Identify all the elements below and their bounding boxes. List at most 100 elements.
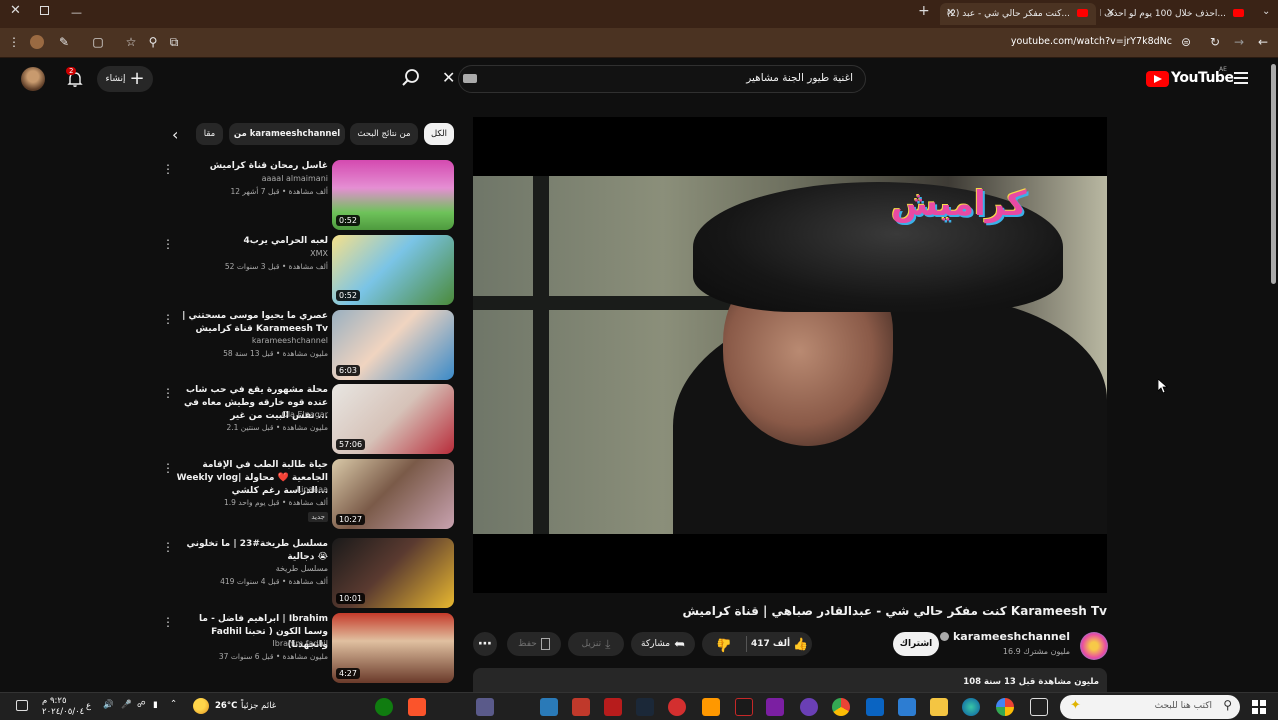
- refresh-icon[interactable]: ↻: [1207, 35, 1223, 49]
- clear-search-icon[interactable]: ✕: [442, 68, 455, 87]
- description-box[interactable]: 108 مليون مشاهدة قبل 13 سنة: [473, 668, 1107, 692]
- more-actions-button[interactable]: ⋯: [473, 632, 497, 656]
- related-video-item[interactable]: 0:52 ⋮ لعبه الحرامي يرب4 XMX 52 ألف مشاهدة •…: [158, 235, 458, 307]
- weather-temp[interactable]: 26°C: [215, 701, 237, 711]
- video-thumbnail[interactable]: 0:52: [332, 160, 454, 230]
- input-language[interactable]: ع: [86, 701, 91, 711]
- open-in-app-icon[interactable]: ⧉: [166, 35, 182, 50]
- outlook-icon[interactable]: [866, 698, 884, 716]
- search-button[interactable]: [400, 67, 426, 91]
- battery-icon[interactable]: ▮: [153, 700, 158, 710]
- back-icon[interactable]: ←: [1255, 35, 1271, 49]
- taskbar-search[interactable]: اكتب هنا للبحث ⚲ ✦: [1060, 695, 1240, 719]
- related-video-title[interactable]: عصري ما يحيوا موسى مسحتني | قناة كراميش …: [168, 310, 328, 336]
- share-button[interactable]: مشاركة ➦: [631, 632, 695, 656]
- app-icon[interactable]: [735, 698, 753, 716]
- chip-from-search[interactable]: من نتائج البحث: [350, 123, 418, 145]
- related-video-item[interactable]: 6:03 ⋮ عصري ما يحيوا موسى مسحتني | قناة كر…: [158, 310, 458, 382]
- chip-related[interactable]: مقا: [196, 123, 223, 145]
- related-video-title[interactable]: مسلسل طريخة#23 | ما تخلوني دجالية 😭: [168, 538, 328, 564]
- clock-time[interactable]: ٩:٢٥ م: [42, 696, 67, 706]
- notification-center-icon[interactable]: [16, 700, 28, 711]
- file-explorer-icon[interactable]: [930, 698, 948, 716]
- related-video-channel[interactable]: Linaaaa: [297, 485, 328, 494]
- browser-tab[interactable]: ✕ احذف خلال 100 يوم لو احذف الف...: [1100, 3, 1252, 25]
- search-input[interactable]: اغنية طيور الجنة مشاهير: [746, 72, 853, 84]
- edge-icon[interactable]: [962, 698, 980, 716]
- related-video-channel[interactable]: Ola Elnagar: [282, 410, 328, 419]
- video-thumbnail[interactable]: 0:52: [332, 235, 454, 305]
- channel-name[interactable]: karameeshchannel: [939, 630, 1070, 643]
- video-thumbnail[interactable]: 10:01: [332, 538, 454, 608]
- tab-search-icon[interactable]: ⌄: [1262, 6, 1270, 17]
- chip-all[interactable]: الكل: [424, 123, 454, 145]
- network-icon[interactable]: ☍: [137, 700, 146, 710]
- hamburger-menu-icon[interactable]: [1234, 72, 1248, 84]
- related-video-channel[interactable]: karameeshchannel: [252, 336, 328, 345]
- restore-icon[interactable]: [40, 6, 49, 15]
- download-button[interactable]: تنزيل ⤓: [568, 632, 624, 656]
- steam-icon[interactable]: [636, 698, 654, 716]
- tray-expand-icon[interactable]: ⌃: [170, 699, 177, 709]
- windows-start-icon[interactable]: [1252, 700, 1266, 714]
- video-thumbnail[interactable]: 57:06: [332, 384, 454, 454]
- related-video-item[interactable]: 57:06 ⋮ محلة مشهورة يقع في حب شاب عنده قوه…: [158, 384, 458, 456]
- video-thumbnail[interactable]: 10:27: [332, 459, 454, 529]
- brave-icon[interactable]: [408, 698, 426, 716]
- close-tab-icon[interactable]: ✕: [946, 6, 955, 19]
- minimize-icon[interactable]: —: [71, 6, 82, 19]
- close-tab-icon[interactable]: ✕: [1106, 6, 1115, 19]
- create-button[interactable]: إنشاء +: [97, 66, 153, 92]
- page-scrollbar[interactable]: [1271, 64, 1276, 284]
- related-video-channel[interactable]: Ibrahim fadhil: [272, 639, 328, 648]
- app-icon[interactable]: [702, 698, 720, 716]
- keyboard-icon[interactable]: [463, 74, 477, 83]
- save-button[interactable]: حفظ: [507, 632, 561, 656]
- site-info-icon[interactable]: ⊜: [1178, 35, 1194, 49]
- app-icon[interactable]: [996, 698, 1014, 716]
- youtube-logo[interactable]: YouTube AE: [1146, 66, 1234, 88]
- search-box[interactable]: اغنية طيور الجنة مشاهير: [458, 65, 866, 93]
- related-video-title[interactable]: غاسل رمحان قناة كراميش: [168, 160, 328, 173]
- related-video-item[interactable]: 10:27 ⋮ حياة طالبة الطب في الإقامة Weekly …: [158, 459, 458, 531]
- video-thumbnail[interactable]: 4:27: [332, 613, 454, 683]
- forward-icon[interactable]: →: [1231, 35, 1247, 49]
- chip-from-channel[interactable]: من karameeshchannel: [229, 123, 345, 145]
- weather-icon[interactable]: [193, 698, 209, 714]
- video-player[interactable]: كراميش: [473, 117, 1107, 593]
- channel-avatar[interactable]: [1080, 632, 1108, 660]
- store-icon[interactable]: [898, 698, 916, 716]
- related-video-item[interactable]: 0:52 ⋮ غاسل رمحان قناة كراميش aaaal almaima…: [158, 160, 458, 232]
- xbox-icon[interactable]: [375, 698, 393, 716]
- app-icon[interactable]: [766, 698, 784, 716]
- related-video-channel[interactable]: XMX: [310, 249, 328, 258]
- collections-icon[interactable]: ▢: [90, 35, 106, 49]
- favorite-star-icon[interactable]: ☆: [123, 35, 139, 49]
- browser-tab-active[interactable]: ✕ (2) كنت مفكر حالي شي - عبد...: [940, 3, 1096, 25]
- chrome-icon[interactable]: [832, 698, 850, 716]
- related-video-channel[interactable]: مسلسل طريخة: [276, 564, 328, 573]
- like-button[interactable]: 417 ألف 👍: [751, 637, 808, 651]
- task-view-icon[interactable]: [1030, 698, 1048, 716]
- clock-date[interactable]: ٢٠٢٤/٠٥/٠٤: [42, 707, 84, 717]
- related-video-title[interactable]: لعبه الحرامي يرب4: [168, 235, 328, 248]
- close-window-icon[interactable]: ✕: [10, 3, 21, 18]
- video-thumbnail[interactable]: 6:03: [332, 310, 454, 380]
- app-icon[interactable]: [476, 698, 494, 716]
- related-video-item[interactable]: 10:01 ⋮ مسلسل طريخة#23 | ما تخلوني دجالية …: [158, 538, 458, 610]
- app-icon[interactable]: [668, 698, 686, 716]
- url-text[interactable]: youtube.com/watch?v=jrY7k8dNc: [1011, 36, 1172, 47]
- app-icon[interactable]: [540, 698, 558, 716]
- microphone-icon[interactable]: 🎤: [121, 700, 132, 710]
- menu-dots-icon[interactable]: ⋮: [6, 35, 22, 49]
- dislike-button[interactable]: 👍: [706, 637, 742, 652]
- related-video-channel[interactable]: aaaal almaimani: [262, 174, 328, 183]
- app-icon[interactable]: [572, 698, 590, 716]
- new-tab-icon[interactable]: +: [918, 3, 930, 19]
- app-icon[interactable]: [800, 698, 818, 716]
- subscribe-button[interactable]: اشتراك: [893, 632, 939, 656]
- user-avatar[interactable]: [21, 67, 45, 91]
- extensions-icon[interactable]: ✎: [56, 35, 72, 49]
- volume-icon[interactable]: 🔊: [103, 700, 114, 710]
- weather-label[interactable]: غائم جزئياً: [241, 701, 276, 711]
